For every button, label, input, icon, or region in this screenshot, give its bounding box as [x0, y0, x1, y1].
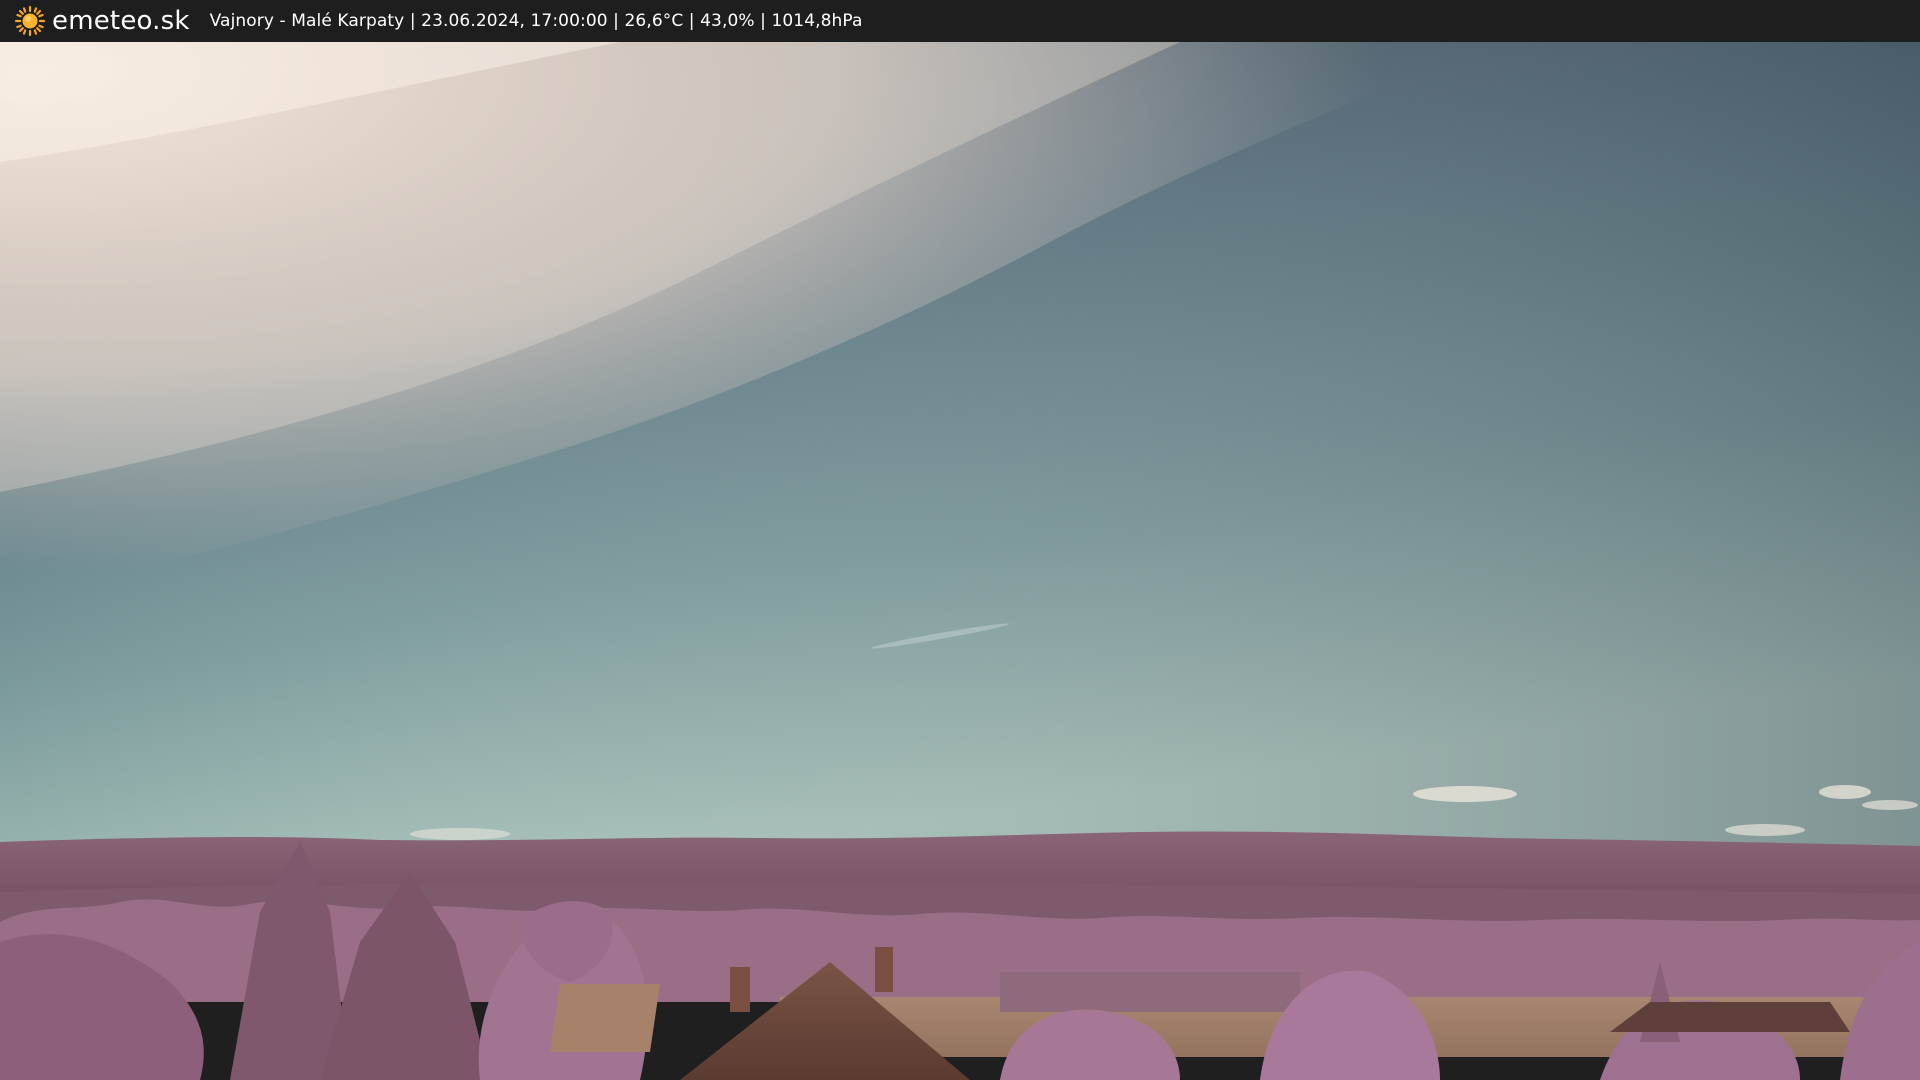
brand-logo[interactable]: emeteo.sk — [14, 0, 190, 42]
brand-name: emeteo.sk — [52, 6, 190, 36]
webcam-caption: Vajnory - Malé Karpaty | 23.06.2024, 17:… — [209, 11, 863, 31]
small-cloud — [1413, 786, 1517, 802]
header-bar: emeteo.sk Vajnory - Malé Karpaty | 23.06… — [0, 0, 1920, 42]
webcam-viewer: emeteo.sk Vajnory - Malé Karpaty | 23.06… — [0, 0, 1920, 1080]
webcam-image — [0, 42, 1920, 1080]
sun-icon — [14, 5, 46, 37]
